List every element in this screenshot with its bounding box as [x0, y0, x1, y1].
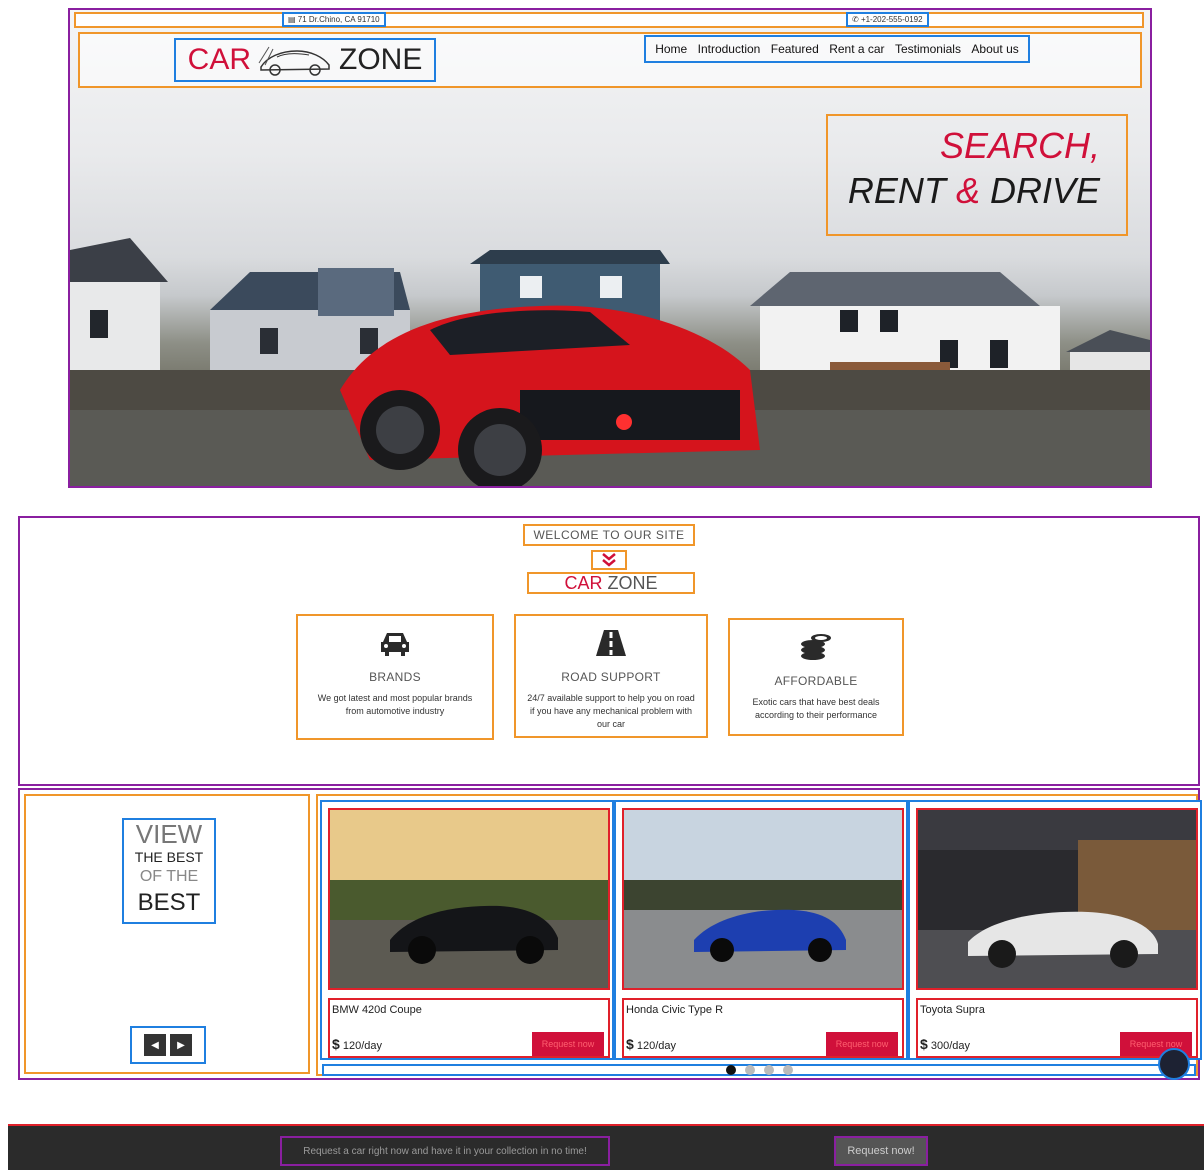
feature-description: 24/7 available support to help you on ro…: [527, 693, 695, 729]
nav-item-about-us[interactable]: About us: [971, 42, 1018, 56]
phone-icon: ✆: [852, 15, 859, 24]
welcome-brand: CAR ZONE: [527, 572, 695, 594]
feature-description: Exotic cars that have best deals accordi…: [752, 697, 880, 720]
carousel-arrows: ◀ ▶: [130, 1026, 206, 1064]
tagline-line1: SEARCH,: [939, 125, 1100, 166]
heading-line-of-the: OF THE: [139, 868, 199, 885]
nav-menu: Home Introduction Featured Rent a car Te…: [644, 35, 1030, 63]
currency-symbol: $: [920, 1036, 928, 1052]
logo-car-text: CAR: [187, 43, 251, 76]
tagline-ampersand: &: [955, 170, 980, 211]
hero-tagline: SEARCH, RENT & DRIVE: [826, 114, 1128, 236]
welcome-brand-zone: ZONE: [607, 573, 658, 593]
heading-line-view: VIEW: [135, 819, 203, 849]
car-price: $ 120/day: [332, 1036, 382, 1052]
map-icon: ▤: [288, 15, 296, 24]
car-card: BMW 420d Coupe $ 120/day Request now: [320, 800, 614, 1060]
tagline-drive: DRIVE: [989, 170, 1100, 211]
address-item: ▤ 71 Dr.Chino, CA 91710: [282, 12, 386, 27]
price-value: 300/day: [930, 1040, 971, 1052]
car-price: $ 120/day: [626, 1036, 676, 1052]
price-value: 120/day: [636, 1040, 677, 1052]
coins-icon: [730, 632, 902, 666]
carousel-dot[interactable]: [725, 1065, 736, 1075]
welcome-label: WELCOME TO OUR SITE: [523, 524, 695, 546]
welcome-section: WELCOME TO OUR SITE CAR ZONE BRANDS We g…: [18, 516, 1200, 786]
featured-cars-section: VIEW THE BEST OF THE BEST ◀ ▶ BMW 420d C…: [18, 788, 1202, 1080]
phone-text: +1-202-555-0192: [860, 15, 923, 24]
navbar: CAR ZONE Home Introduction Featured Rent…: [78, 32, 1142, 88]
car-price: $ 300/day: [920, 1036, 970, 1052]
car-carousel: BMW 420d Coupe $ 120/day Request now Hon…: [316, 794, 1202, 1076]
car-info: Toyota Supra $ 300/day Request now: [916, 998, 1198, 1058]
caret-right-icon[interactable]: ▶: [170, 1034, 192, 1056]
feature-card-affordable: AFFORDABLE Exotic cars that have best de…: [728, 618, 904, 736]
tagline-rent: RENT: [847, 170, 946, 211]
car-image-honda: [622, 808, 904, 990]
nav-item-testimonials[interactable]: Testimonials: [895, 42, 961, 56]
feature-card-road-support: ROAD SUPPORT 24/7 available support to h…: [514, 614, 708, 738]
nav-item-introduction[interactable]: Introduction: [698, 42, 761, 56]
currency-symbol: $: [626, 1036, 634, 1052]
sports-car-icon: [258, 46, 330, 76]
feature-title: ROAD SUPPORT: [561, 670, 661, 684]
showcase-heading: VIEW THE BEST OF THE BEST: [122, 818, 216, 924]
request-now-button[interactable]: Request now: [826, 1032, 898, 1056]
heading-line-best: BEST: [137, 889, 201, 916]
caret-left-icon[interactable]: ◀: [144, 1034, 166, 1056]
hero-section: ▤ 71 Dr.Chino, CA 91710 ✆ +1-202-555-019…: [68, 8, 1152, 488]
feature-title: AFFORDABLE: [774, 674, 858, 688]
car-info: Honda Civic Type R $ 120/day Request now: [622, 998, 904, 1058]
welcome-brand-car: CAR: [564, 573, 603, 593]
cta-request-button[interactable]: Request now!: [834, 1136, 928, 1166]
request-now-button[interactable]: Request now: [532, 1032, 604, 1056]
price-value: 120/day: [342, 1040, 383, 1052]
cta-text: Request a car right now and have it in y…: [280, 1136, 610, 1166]
scroll-to-top-button[interactable]: [1158, 1048, 1190, 1080]
feature-description: We got latest and most popular brands fr…: [317, 693, 473, 716]
car-card: Toyota Supra $ 300/day Request now: [908, 800, 1202, 1060]
logo-zone-text: ZONE: [339, 43, 423, 76]
car-name: Honda Civic Type R: [626, 1004, 724, 1016]
car-name: BMW 420d Coupe: [332, 1004, 422, 1016]
site-logo[interactable]: CAR ZONE: [174, 38, 436, 82]
feature-title: BRANDS: [369, 670, 421, 684]
nav-item-featured[interactable]: Featured: [771, 42, 819, 56]
carousel-dots: [322, 1064, 1196, 1076]
carousel-dot[interactable]: [782, 1065, 793, 1075]
phone-item[interactable]: ✆ +1-202-555-0192: [846, 12, 929, 27]
carousel-dot[interactable]: [744, 1065, 755, 1075]
car-card: Honda Civic Type R $ 120/day Request now: [614, 800, 908, 1060]
top-info-bar: ▤ 71 Dr.Chino, CA 91710 ✆ +1-202-555-019…: [74, 12, 1144, 28]
carousel-dot[interactable]: [763, 1065, 774, 1075]
road-icon: [516, 628, 706, 662]
car-icon: [298, 628, 492, 662]
feature-card-brands: BRANDS We got latest and most popular br…: [296, 614, 494, 740]
car-name: Toyota Supra: [920, 1004, 985, 1016]
car-image-toyota: [916, 808, 1198, 990]
showcase-panel: VIEW THE BEST OF THE BEST ◀ ▶: [24, 794, 310, 1074]
double-chevron-down-icon: [591, 550, 627, 570]
heading-line-the-best: THE BEST: [134, 849, 204, 865]
car-image-bmw: [328, 808, 610, 990]
address-text: 71 Dr.Chino, CA 91710: [297, 15, 380, 24]
cta-strip: Request a car right now and have it in y…: [8, 1124, 1204, 1170]
tagline-line2: RENT & DRIVE: [828, 168, 1100, 214]
currency-symbol: $: [332, 1036, 340, 1052]
nav-item-rent-a-car[interactable]: Rent a car: [829, 42, 884, 56]
nav-item-home[interactable]: Home: [655, 42, 687, 56]
car-info: BMW 420d Coupe $ 120/day Request now: [328, 998, 610, 1058]
